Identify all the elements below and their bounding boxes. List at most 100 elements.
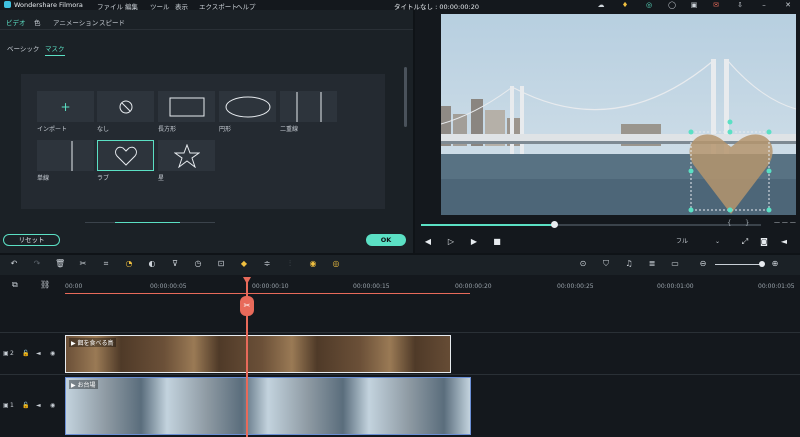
lock-icon[interactable]: 🔓 xyxy=(22,350,29,357)
account-icon[interactable]: ◯ xyxy=(668,1,676,9)
tab-animation[interactable]: アニメーション xyxy=(53,17,98,29)
eye-icon[interactable]: ◉ xyxy=(50,402,55,409)
scissor-icon[interactable]: ✂ xyxy=(240,296,254,316)
add-track-icon[interactable]: ⧉ xyxy=(12,280,18,290)
mask-circle[interactable] xyxy=(219,91,276,122)
mask-rectangle[interactable] xyxy=(158,91,215,122)
video-track-icon: ▣ xyxy=(3,402,9,409)
mute-icon[interactable]: ◄ xyxy=(36,402,41,409)
voiceover-icon[interactable]: ≣ xyxy=(647,259,657,269)
keyframe-icon[interactable]: ◆ xyxy=(239,259,249,269)
mark-out-icon[interactable]: } xyxy=(745,219,749,227)
mute-icon[interactable]: ◄ xyxy=(36,350,41,357)
download-icon[interactable]: ⇩ xyxy=(736,1,744,9)
timeline-zoom-slider[interactable] xyxy=(715,264,763,265)
mask-label-rectangle: 長方形 xyxy=(158,126,177,133)
subtab-mask[interactable]: マスク xyxy=(45,43,65,56)
mask-heart[interactable] xyxy=(97,140,154,171)
speed-icon[interactable]: ◔ xyxy=(124,259,134,269)
auto-enhance-icon[interactable]: ◉ xyxy=(308,259,318,269)
track-number: 1 xyxy=(10,402,14,409)
chevron-down-icon: ⌄ xyxy=(714,238,720,245)
track-divider xyxy=(0,374,800,375)
zoom-in-icon[interactable]: ⊕ xyxy=(770,259,780,269)
tab-divider xyxy=(0,29,413,30)
track-head-1: ▣ 1 🔓 ◄ ◉ xyxy=(0,386,62,426)
mask-single-line[interactable] xyxy=(37,140,94,171)
none-icon xyxy=(119,100,132,113)
mark-in-icon[interactable]: { xyxy=(727,219,731,227)
render-icon[interactable]: ⊙ xyxy=(578,259,588,269)
preview-video[interactable] xyxy=(441,14,796,215)
delete-icon[interactable]: 🗑 xyxy=(55,259,65,269)
mail-icon[interactable]: ✉ xyxy=(712,1,720,9)
step-play-icon[interactable]: ▷ xyxy=(446,237,456,247)
crop-icon[interactable]: ⌗ xyxy=(101,259,111,269)
adjust-icon[interactable]: ≑ xyxy=(262,259,272,269)
filmora-logo-icon xyxy=(4,1,11,8)
playback-progress-knob[interactable] xyxy=(551,221,558,228)
bulb-icon[interactable]: ♦ xyxy=(621,1,629,9)
title-bar: Wondershare Filmora ファイル 編集 ツール 表示 エクスポー… xyxy=(0,0,800,11)
mask-label-import: インポート xyxy=(37,126,68,133)
timeline-zoom-knob[interactable] xyxy=(759,261,765,267)
lock-icon[interactable]: 🔓 xyxy=(22,402,29,409)
link-icon[interactable]: ⛓ xyxy=(40,280,50,289)
single-line-icon xyxy=(71,140,72,171)
clip-bird[interactable]: ▶ 餌を食べる鳥 xyxy=(65,335,451,373)
mask-label-star: 星 xyxy=(158,175,165,182)
close-icon[interactable]: ✕ xyxy=(784,1,792,9)
mask-double-line[interactable] xyxy=(280,91,337,122)
track-divider xyxy=(0,332,800,333)
zoom-value: フル xyxy=(676,238,689,245)
motion-track-icon[interactable]: ◎ xyxy=(331,259,341,269)
reset-button[interactable]: リセット xyxy=(3,234,60,246)
ok-button[interactable]: OK xyxy=(366,234,406,246)
video-track-icon: ▣ xyxy=(3,350,9,357)
mask-star[interactable] xyxy=(158,140,215,171)
snapshot-icon[interactable]: ◙ xyxy=(759,237,769,247)
fullscreen-icon[interactable]: ⤢ xyxy=(740,237,750,247)
undo-icon[interactable]: ↶ xyxy=(9,259,19,269)
zoom-select[interactable]: フル ⌄ xyxy=(676,236,724,248)
green-screen-icon[interactable]: ⊽ xyxy=(170,259,180,269)
mask-import[interactable]: + xyxy=(37,91,94,122)
bridge-scene-image xyxy=(441,14,796,215)
redo-icon[interactable]: ↷ xyxy=(32,259,42,269)
circle-icon xyxy=(225,96,270,117)
cut-icon[interactable]: ✂ xyxy=(78,259,88,269)
marker-icon[interactable]: ⛉ xyxy=(601,259,611,269)
clip-odaiba[interactable]: ▶ お台場 xyxy=(65,377,471,435)
track-number: 2 xyxy=(10,350,14,357)
play-icon[interactable]: ▶ xyxy=(469,237,479,247)
panel-slider-fill[interactable] xyxy=(115,222,180,223)
plus-icon: + xyxy=(60,99,71,114)
color-icon[interactable]: ◐ xyxy=(147,259,157,269)
minimize-icon[interactable]: – xyxy=(760,1,768,9)
mask-none[interactable] xyxy=(97,91,154,122)
zoom-out-icon[interactable]: ⊖ xyxy=(698,259,708,269)
rectangle-icon xyxy=(169,97,204,116)
ruler-range-line xyxy=(65,293,470,294)
playback-progress-fill xyxy=(421,224,554,226)
previous-frame-icon[interactable]: ◀ xyxy=(423,237,433,247)
subtitle-icon[interactable]: ▭ xyxy=(670,259,680,269)
save-icon[interactable]: ▣ xyxy=(690,1,698,9)
stop-icon[interactable]: ■ xyxy=(492,237,502,247)
stabilize-icon[interactable]: ⊡ xyxy=(216,259,226,269)
clip-title: ▶ 餌を食べる鳥 xyxy=(69,338,116,347)
cloud-icon[interactable]: ☁ xyxy=(597,1,605,9)
ruler-label: 00:00:01:05 xyxy=(758,283,795,290)
audio-wave-icon[interactable]: ⫶ xyxy=(285,259,295,269)
subtab-basic[interactable]: ベーシック xyxy=(7,43,39,55)
volume-icon[interactable]: ◄ xyxy=(779,237,789,247)
headset-icon[interactable]: ◎ xyxy=(645,1,653,9)
heart-icon xyxy=(114,146,137,166)
eye-icon[interactable]: ◉ xyxy=(50,350,55,357)
timeline-toolbar xyxy=(0,255,800,275)
tab-speed[interactable]: スピード xyxy=(99,17,125,29)
microphone-icon[interactable]: ♫ xyxy=(624,259,634,269)
tab-color[interactable]: 色 xyxy=(34,17,41,29)
timer-icon[interactable]: ◷ xyxy=(193,259,203,269)
panel-scrollbar[interactable] xyxy=(404,67,407,127)
